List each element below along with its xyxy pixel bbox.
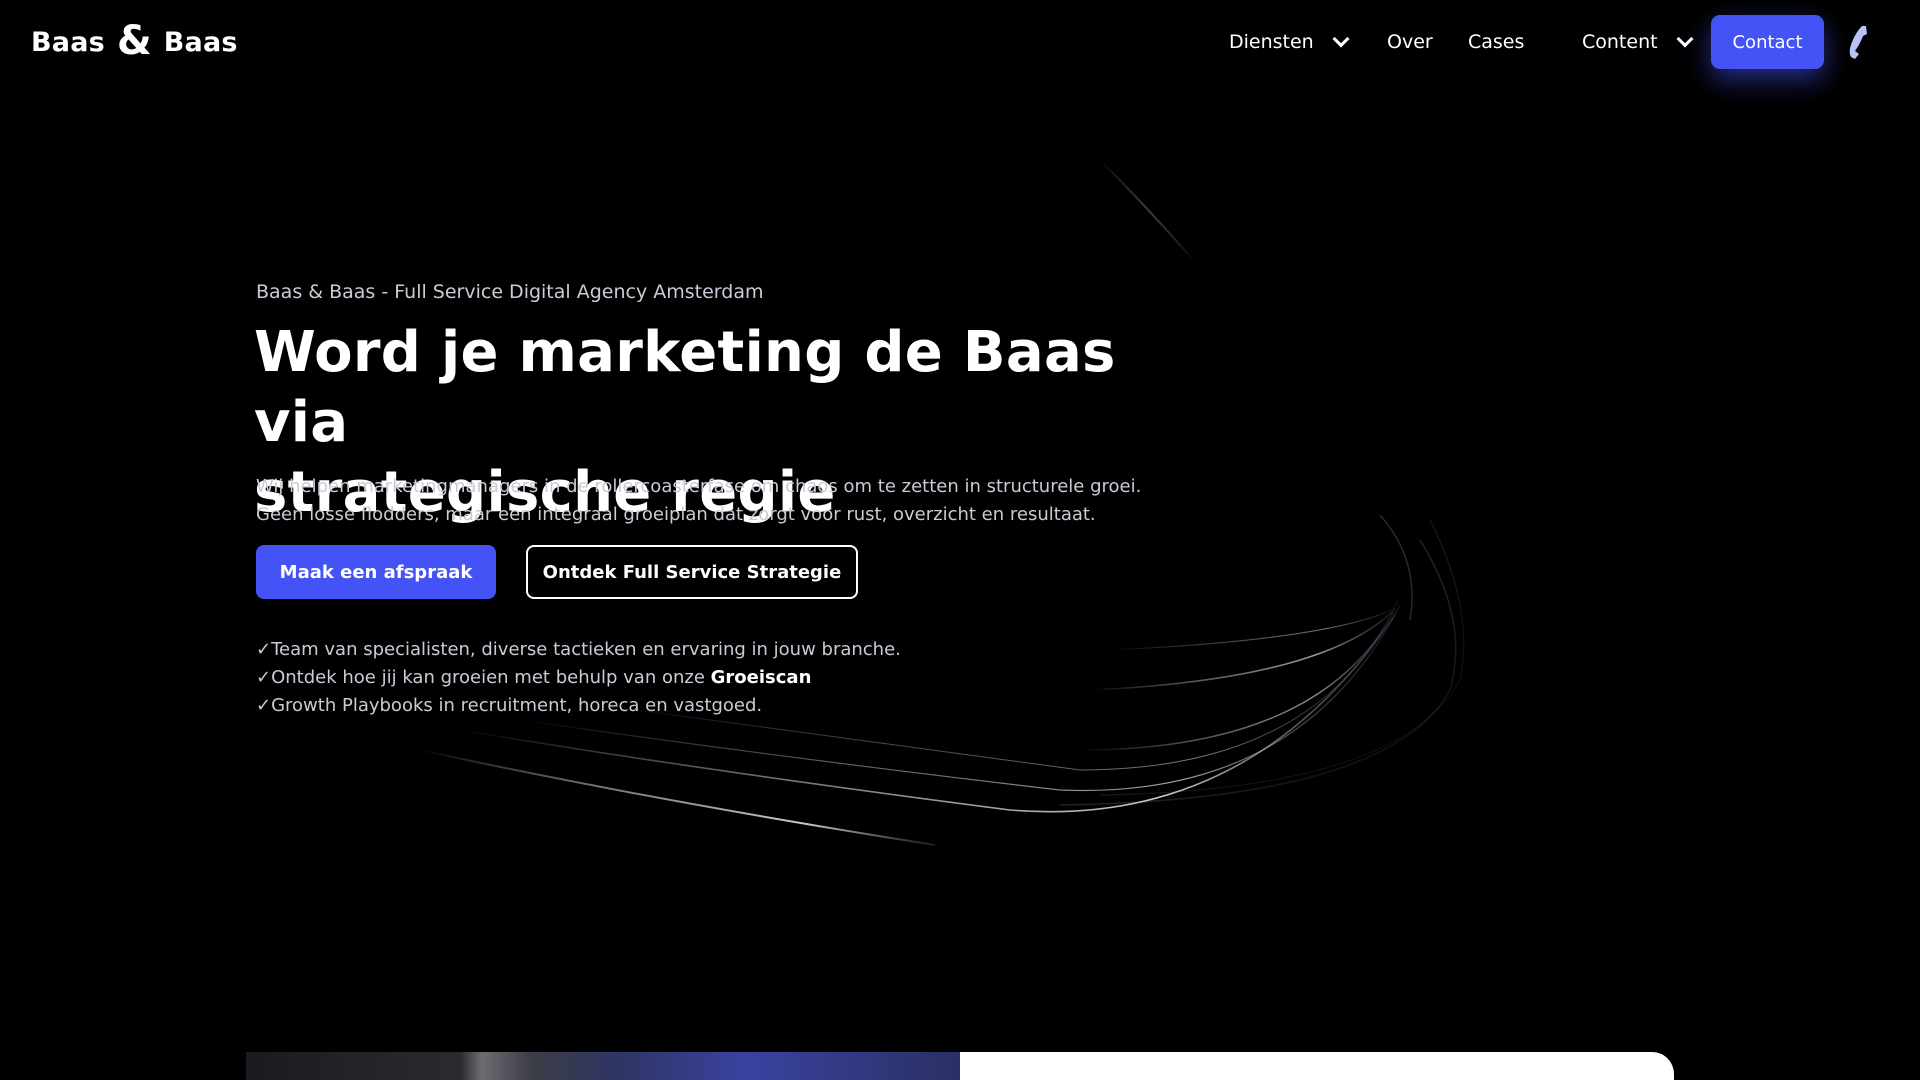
nav-item-label: Content — [1582, 31, 1658, 53]
page: Baas & Baas Diensten Over Cases Content … — [0, 0, 1920, 1080]
main-nav: Diensten Over Cases Content — [0, 14, 1920, 70]
chevron-down-icon — [1332, 30, 1350, 48]
nav-item-content[interactable]: Content — [1582, 14, 1694, 70]
nav-item-diensten[interactable]: Diensten — [1229, 14, 1350, 70]
make-appointment-button[interactable]: Maak een afspraak — [256, 545, 496, 599]
hero-title-line-1: Word je marketing de Baas via — [254, 320, 1116, 455]
chevron-down-icon — [1676, 30, 1694, 48]
benefit-item: ✓Growth Playbooks in recruitment, horeca… — [256, 692, 1156, 720]
benefit-text: Growth Playbooks in recruitment, horeca … — [271, 695, 763, 716]
nav-item-label: Diensten — [1229, 31, 1314, 53]
section-preview-image — [246, 1052, 960, 1080]
hero-eyebrow: Baas & Baas - Full Service Digital Agenc… — [256, 281, 764, 303]
site-header: Baas & Baas Diensten Over Cases Content … — [0, 0, 1920, 84]
hero-swoosh-graphic — [419, 159, 1465, 846]
checkmark-icon: ✓ — [256, 639, 272, 660]
benefits-list: ✓Team van specialisten, diverse tactieke… — [256, 636, 1156, 720]
checkmark-icon: ✓ — [256, 695, 272, 716]
benefit-item: ✓Team van specialisten, diverse tactieke… — [256, 636, 1156, 664]
benefit-item: ✓Ontdek hoe jij kan groeien met behulp v… — [256, 664, 1156, 692]
hero-subtitle-line-2: Geen losse flodders, maar een integraal … — [256, 504, 1096, 525]
section-preview-card — [960, 1052, 1674, 1080]
contact-button[interactable]: Contact — [1711, 15, 1824, 69]
nav-item-label: Over — [1387, 31, 1433, 53]
benefit-text: Ontdek hoe jij kan groeien met behulp va… — [271, 667, 711, 688]
checkmark-icon: ✓ — [256, 667, 272, 688]
discover-strategy-button[interactable]: Ontdek Full Service Strategie — [526, 545, 858, 599]
benefit-text: Team van specialisten, diverse tactieken… — [271, 639, 901, 660]
nav-item-over[interactable]: Over — [1387, 14, 1433, 70]
phone-icon[interactable] — [1840, 22, 1874, 62]
hero-subtitle-line-1: Wij helpen marketingmanagers in de rolle… — [256, 476, 1142, 497]
nav-item-label: Cases — [1468, 31, 1525, 53]
nav-item-cases[interactable]: Cases — [1468, 14, 1524, 70]
hero-subtitle: Wij helpen marketingmanagers in de rolle… — [256, 473, 1256, 529]
groeiscan-link[interactable]: Groeiscan — [711, 667, 812, 688]
